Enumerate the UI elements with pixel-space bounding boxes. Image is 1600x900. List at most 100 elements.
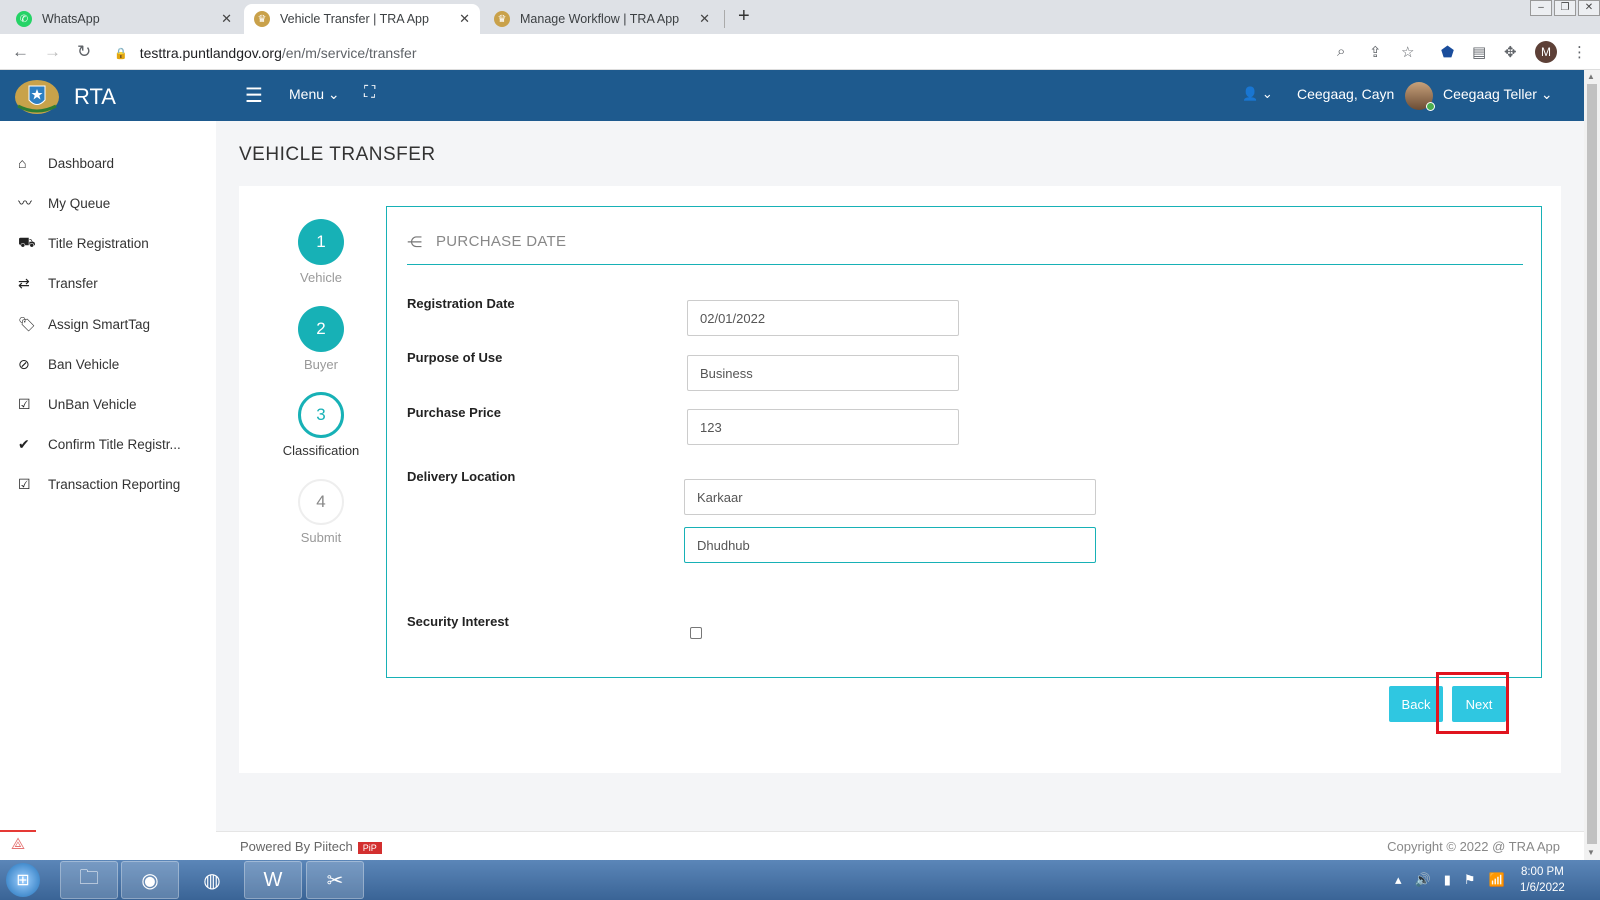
chrome-icon[interactable]: ◉ bbox=[121, 861, 179, 899]
forward-arrow-icon[interactable]: → bbox=[44, 42, 61, 62]
window-close-icon[interactable]: ✕ bbox=[1578, 0, 1600, 16]
sidebar-item-confirm-title-registration[interactable]: ✔ Confirm Title Registr... bbox=[18, 433, 181, 455]
minimize-icon[interactable]: – bbox=[1530, 0, 1552, 16]
car-icon: ⛟ bbox=[18, 233, 36, 250]
check-square-icon: ☑ bbox=[18, 475, 31, 492]
wizard-step-vehicle[interactable]: 1 Vehicle bbox=[271, 219, 371, 285]
file-explorer-icon[interactable]: 🗀 bbox=[60, 861, 118, 899]
word-icon[interactable]: W bbox=[244, 861, 302, 899]
sidebar: ⌂ Dashboard 〰 My Queue ⛟ Title Registration… bbox=[0, 121, 216, 860]
menu-label: Menu bbox=[289, 86, 325, 102]
sidebar-item-transfer[interactable]: ⇄ Transfer bbox=[18, 272, 98, 294]
registration-date-field[interactable]: 02/01/2022 bbox=[687, 300, 959, 336]
sidebar-item-label: Confirm Title Registr... bbox=[48, 436, 181, 452]
close-icon[interactable]: ✕ bbox=[699, 11, 710, 27]
laravel-debug-icon[interactable]: ⟁ bbox=[0, 830, 36, 860]
sidebar-item-assign-smarttag[interactable]: 🏷 Assign SmartTag bbox=[18, 313, 150, 335]
tray-arrow-icon[interactable]: ▴ bbox=[1395, 872, 1402, 888]
purchase-form-panel: ⋲ PURCHASE DATE Registration Date 02/01/… bbox=[386, 206, 1542, 678]
user-dropdown[interactable]: 👤 ⌄ bbox=[1242, 86, 1273, 102]
fullscreen-icon[interactable]: ⛶ bbox=[364, 84, 375, 102]
delivery-region-select[interactable]: Karkaar bbox=[684, 479, 1096, 515]
sidebar-item-ban-vehicle[interactable]: ⊘ Ban Vehicle bbox=[18, 353, 119, 375]
site-logo-icon: ♛ bbox=[254, 11, 270, 27]
role-dropdown[interactable]: Ceegaag Teller ⌄ bbox=[1443, 86, 1553, 103]
wizard-step-buyer[interactable]: 2 Buyer bbox=[271, 306, 371, 372]
system-tray: ▴ 🔊 ▮ ⚑ 📶 bbox=[1395, 872, 1505, 888]
network-flag-icon[interactable]: ⚑ bbox=[1464, 872, 1476, 888]
restore-icon[interactable]: ❐ bbox=[1554, 0, 1576, 16]
delivery-district-select[interactable]: Dhudhub bbox=[684, 527, 1096, 563]
user-role: Ceegaag Teller bbox=[1443, 86, 1537, 102]
url-host: testtra.puntlandgov.org bbox=[139, 45, 282, 61]
signal-icon[interactable]: 📶 bbox=[1489, 872, 1505, 888]
windows-taskbar: ⊞ 🗀 ◉ ◍ W ✂ ▴ 🔊 ▮ ⚑ 📶 8:00 PM 1/6/2022 bbox=[0, 860, 1600, 900]
sidebar-item-label: Title Registration bbox=[48, 235, 149, 251]
volume-icon[interactable]: 🔊 bbox=[1415, 872, 1431, 888]
edge-icon[interactable]: ◍ bbox=[183, 861, 241, 899]
close-icon[interactable]: ✕ bbox=[221, 11, 232, 27]
tab-manage-workflow[interactable]: ♛ Manage Workflow | TRA App ✕ bbox=[484, 4, 720, 34]
check-icon: ✔ bbox=[18, 435, 30, 452]
wizard-step-classification[interactable]: 3 Classification bbox=[271, 392, 371, 458]
reload-icon[interactable]: ↻ bbox=[77, 42, 91, 62]
section-title: PURCHASE DATE bbox=[436, 233, 567, 250]
security-interest-checkbox[interactable] bbox=[690, 627, 702, 639]
tab-vehicle-transfer[interactable]: ♛ Vehicle Transfer | TRA App ✕ bbox=[244, 4, 480, 34]
step-number-circle: 3 bbox=[298, 392, 344, 438]
purpose-label: Purpose of Use bbox=[407, 350, 503, 365]
snipping-tool-icon[interactable]: ✂ bbox=[306, 861, 364, 899]
tags-icon: 🏷 bbox=[18, 315, 36, 332]
sidebar-item-unban-vehicle[interactable]: ☑ UnBan Vehicle bbox=[18, 393, 137, 415]
brand-name: RTA bbox=[74, 84, 116, 109]
scroll-thumb[interactable] bbox=[1587, 84, 1597, 844]
bookmark-star-icon[interactable]: ☆ bbox=[1401, 43, 1414, 61]
extensions-puzzle-icon[interactable]: ✥ bbox=[1504, 43, 1517, 61]
hamburger-icon[interactable]: ☰ bbox=[245, 83, 263, 108]
purpose-field[interactable]: Business bbox=[687, 355, 959, 391]
kebab-menu-icon[interactable]: ⋮ bbox=[1572, 43, 1587, 61]
online-status-dot bbox=[1426, 102, 1435, 111]
sidebar-item-title-registration[interactable]: ⛟ Title Registration bbox=[18, 232, 149, 254]
sidebar-item-label: My Queue bbox=[48, 195, 111, 211]
clock[interactable]: 8:00 PM 1/6/2022 bbox=[1520, 864, 1565, 896]
step-number-circle: 4 bbox=[298, 479, 344, 525]
sidebar-item-transaction-reporting[interactable]: ☑ Transaction Reporting bbox=[18, 473, 180, 495]
battery-icon[interactable]: ▮ bbox=[1444, 872, 1451, 888]
step-label: Submit bbox=[300, 530, 342, 545]
url-path: /en/m/service/transfer bbox=[281, 45, 417, 61]
extension-shield-icon[interactable]: ⬟ bbox=[1441, 43, 1454, 61]
clock-time: 8:00 PM bbox=[1520, 866, 1564, 878]
step-label: Buyer bbox=[304, 357, 338, 372]
menu-dropdown[interactable]: Menu ⌄ bbox=[289, 86, 340, 103]
start-button-icon[interactable]: ⊞ bbox=[6, 863, 40, 897]
zoom-icon[interactable]: ⌕ bbox=[1337, 43, 1345, 60]
profile-avatar[interactable]: M bbox=[1535, 41, 1557, 63]
next-highlight-box bbox=[1436, 672, 1509, 734]
new-tab-icon[interactable]: + bbox=[738, 5, 750, 28]
sidebar-item-label: Dashboard bbox=[48, 155, 115, 171]
price-field[interactable]: 123 bbox=[687, 409, 959, 445]
tab-whatsapp[interactable]: ✆ WhatsApp ✕ bbox=[6, 4, 242, 34]
back-arrow-icon[interactable]: ← bbox=[12, 42, 29, 62]
site-logo-icon: ♛ bbox=[494, 11, 510, 27]
avatar[interactable] bbox=[1405, 82, 1435, 111]
url-field[interactable]: 🔒 testtra.puntlandgov.org /en/m/service/… bbox=[114, 40, 1414, 66]
extension-clipboard-icon[interactable]: ▤ bbox=[1472, 43, 1486, 61]
vertical-scrollbar[interactable]: ▲ ▼ bbox=[1584, 70, 1600, 860]
delivery-location-label: Delivery Location bbox=[407, 469, 516, 484]
back-button[interactable]: Back bbox=[1389, 686, 1443, 722]
address-bar: ← → ↻ 🔒 testtra.puntlandgov.org /en/m/se… bbox=[0, 34, 1600, 70]
wizard-card: 1 Vehicle 2 Buyer 3 Classification 4 Sub… bbox=[239, 186, 1561, 773]
close-icon[interactable]: ✕ bbox=[459, 11, 470, 27]
panel-header: ⋲ PURCHASE DATE bbox=[407, 233, 1523, 265]
scroll-up-icon[interactable]: ▲ bbox=[1587, 72, 1595, 81]
sidebar-item-dashboard[interactable]: ⌂ Dashboard bbox=[18, 152, 114, 174]
wizard-step-submit[interactable]: 4 Submit bbox=[271, 479, 371, 545]
scroll-down-icon[interactable]: ▼ bbox=[1587, 848, 1595, 857]
sidebar-item-my-queue[interactable]: 〰 My Queue bbox=[18, 192, 110, 214]
user-icon: 👤 bbox=[1242, 86, 1259, 101]
share-icon[interactable]: ⇪ bbox=[1369, 43, 1382, 61]
check-square-icon: ☑ bbox=[18, 395, 31, 412]
home-icon: ⌂ bbox=[18, 155, 27, 171]
